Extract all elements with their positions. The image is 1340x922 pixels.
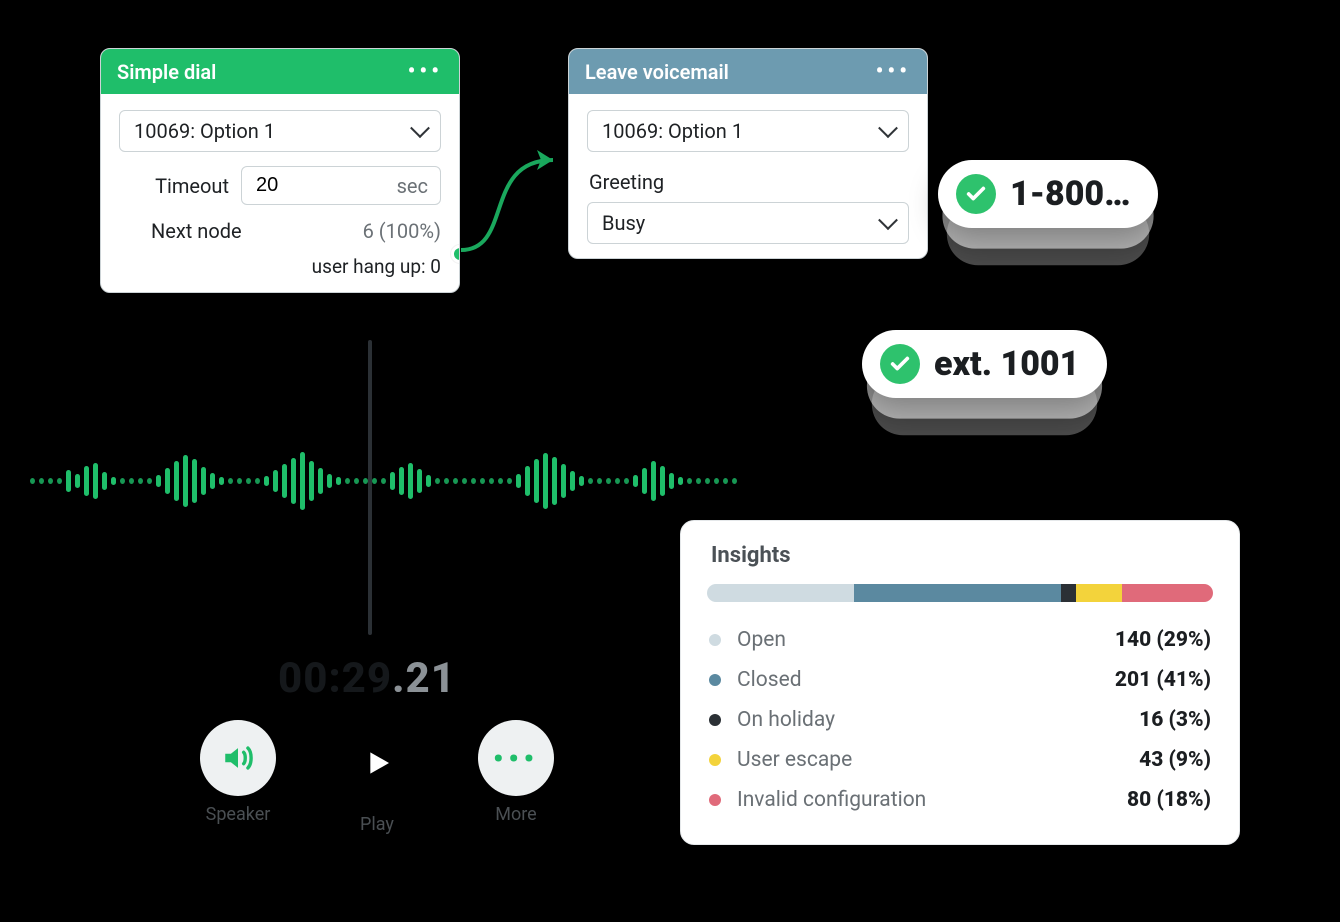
- simple-dial-node[interactable]: Simple dial ••• 10069: Option 1 Timeout …: [100, 48, 460, 293]
- legend-swatch: [709, 794, 721, 806]
- ext-pill-stack: ext. 1001 ext. 1001 ext. 1001: [862, 330, 1107, 398]
- legend-swatch: [709, 634, 721, 646]
- bar-segment: [707, 584, 854, 602]
- legend-name: User escape: [737, 748, 852, 772]
- node-title: Simple dial: [117, 60, 216, 84]
- bar-segment: [854, 584, 1061, 602]
- speaker-button[interactable]: [200, 720, 276, 796]
- legend-name: Invalid configuration: [737, 788, 926, 812]
- more-icon[interactable]: •••: [876, 59, 911, 84]
- number-pill-stack: 1-800… 1-800… 1-800…: [938, 160, 1158, 228]
- number-pill[interactable]: 1-800…: [938, 160, 1158, 228]
- insights-title: Insights: [711, 543, 1213, 568]
- legend-value: 201 (41%): [1115, 668, 1211, 692]
- more-label: More: [495, 804, 536, 825]
- node-title: Leave voicemail: [585, 60, 729, 84]
- legend-value: 80 (18%): [1127, 788, 1211, 812]
- pill-text: ext. 1001: [934, 344, 1079, 384]
- voicemail-node[interactable]: Leave voicemail ••• 10069: Option 1 Gree…: [568, 48, 928, 259]
- legend-name: On holiday: [737, 708, 835, 732]
- legend-value: 43 (9%): [1139, 748, 1211, 772]
- option-select[interactable]: 10069: Option 1: [119, 110, 441, 152]
- check-icon: [880, 344, 920, 384]
- node-header[interactable]: Leave voicemail •••: [569, 49, 927, 94]
- timeout-input[interactable]: sec: [241, 166, 441, 205]
- legend-value: 140 (29%): [1115, 628, 1211, 652]
- insights-legend: Open 140 (29%) Closed 201 (41%) On holiday 16…: [707, 620, 1213, 820]
- greeting-value: Busy: [587, 202, 909, 244]
- legend-name: Open: [737, 628, 786, 652]
- more-button[interactable]: •••: [478, 720, 554, 796]
- pill-text: 1-800…: [1010, 174, 1130, 214]
- legend-row: Closed 201 (41%): [707, 660, 1213, 700]
- timeout-unit: sec: [397, 174, 428, 198]
- insights-bar: [707, 584, 1213, 602]
- timeout-label: Timeout: [119, 174, 229, 198]
- next-node-value: 6 (100%): [363, 219, 441, 243]
- hangup-text: user hang up: 0: [119, 255, 441, 278]
- speaker-label: Speaker: [206, 804, 271, 825]
- next-node-label: Next node: [119, 219, 242, 243]
- bar-segment: [1122, 584, 1213, 602]
- option-value: 10069: Option 1: [119, 110, 441, 152]
- more-icon: •••: [493, 742, 539, 775]
- timer-mmss: 00:29: [278, 654, 392, 703]
- bar-segment: [1061, 584, 1076, 602]
- option-value: 10069: Option 1: [587, 110, 909, 152]
- legend-name: Closed: [737, 668, 802, 692]
- timer: 00:29.21: [278, 654, 456, 703]
- timer-ms: .21: [392, 654, 456, 703]
- play-label: Play: [360, 814, 394, 835]
- ext-pill[interactable]: ext. 1001: [862, 330, 1107, 398]
- option-select[interactable]: 10069: Option 1: [587, 110, 909, 152]
- legend-row: Invalid configuration 80 (18%): [707, 780, 1213, 820]
- flow-arrow-icon: [453, 130, 573, 270]
- greeting-label: Greeting: [589, 170, 909, 194]
- insights-card: Insights Open 140 (29%) Closed 201 (41%) On …: [680, 520, 1240, 845]
- player-controls: Speaker Play ••• More: [200, 720, 554, 835]
- check-icon: [956, 174, 996, 214]
- timeout-value[interactable]: [254, 173, 314, 198]
- legend-row: On holiday 16 (3%): [707, 700, 1213, 740]
- legend-swatch: [709, 714, 721, 726]
- node-header[interactable]: Simple dial •••: [101, 49, 459, 94]
- legend-swatch: [709, 754, 721, 766]
- greeting-select[interactable]: Busy: [587, 202, 909, 244]
- legend-row: Open 140 (29%): [707, 620, 1213, 660]
- waveform[interactable]: [30, 436, 740, 526]
- more-icon[interactable]: •••: [408, 59, 443, 84]
- legend-value: 16 (3%): [1139, 708, 1211, 732]
- play-icon: [361, 747, 393, 779]
- play-button[interactable]: [334, 720, 420, 806]
- legend-swatch: [709, 674, 721, 686]
- bar-segment: [1076, 584, 1122, 602]
- legend-row: User escape 43 (9%): [707, 740, 1213, 780]
- speaker-icon: [221, 741, 255, 775]
